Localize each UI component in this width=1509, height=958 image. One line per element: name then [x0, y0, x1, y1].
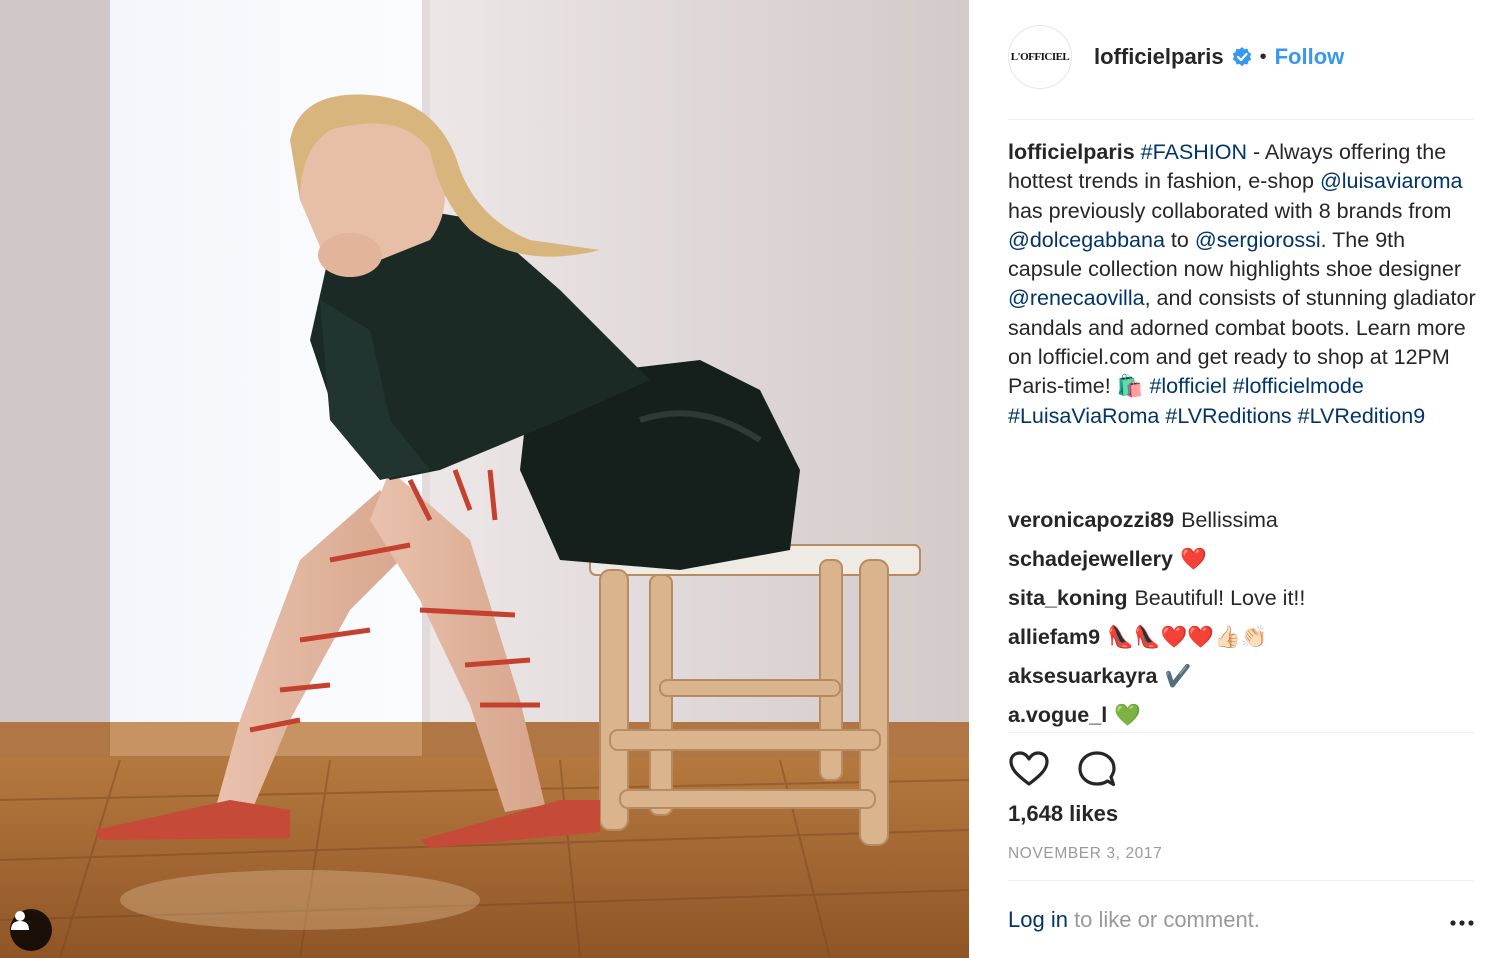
comment-item: alliefam9 👠👠❤️❤️👍🏻👏🏻: [1008, 617, 1478, 656]
comment-item: schadejewellery ❤️: [1008, 539, 1478, 578]
caption-segment: has previously collaborated with 8 brand…: [1008, 198, 1452, 223]
comment-text: ❤️: [1179, 546, 1207, 571]
caption-segment: to: [1164, 227, 1195, 252]
comment-username[interactable]: aksesuarkayra: [1008, 661, 1157, 691]
comment-username[interactable]: a.vogue_l: [1008, 700, 1107, 730]
comment-username[interactable]: sita_koning: [1008, 583, 1127, 613]
caption-username[interactable]: lofficielparis: [1008, 140, 1135, 164]
caption-link[interactable]: @luisaviaroma: [1320, 169, 1463, 193]
caption-text: #FASHION - Always offering the hottest t…: [1008, 140, 1476, 428]
avatar[interactable]: L'OFFICIEL: [1008, 25, 1072, 89]
comment-username[interactable]: alliefam9: [1008, 622, 1100, 652]
caption-link[interactable]: @renecaovilla: [1008, 286, 1145, 310]
caption-link[interactable]: #LVRedition9: [1298, 404, 1426, 428]
post-caption: lofficielparis #FASHION - Always offerin…: [1008, 138, 1478, 431]
user-tag-button[interactable]: [10, 909, 52, 951]
header-divider: [1008, 119, 1474, 120]
user-tag-icon: [11, 911, 29, 930]
comment-item: veronicapozzi89 Bellissima: [1008, 500, 1478, 539]
footer-divider: [1008, 880, 1474, 881]
login-prompt: Log in to like or comment.: [1008, 907, 1260, 933]
caption-link[interactable]: #LVReditions: [1165, 404, 1291, 428]
caption-link[interactable]: #FASHION: [1141, 140, 1247, 164]
heart-icon: [1009, 751, 1049, 786]
verified-badge-icon: [1232, 47, 1251, 67]
login-prompt-text: to like or comment.: [1067, 907, 1260, 932]
like-button[interactable]: [1008, 748, 1050, 790]
more-options-icon: [1450, 920, 1474, 926]
comment-username[interactable]: veronicapozzi89: [1008, 505, 1174, 535]
comment-text: 💚: [1114, 702, 1141, 727]
fashion-photo-illustration: [0, 0, 969, 958]
comment-item: sita_koning Beautiful! Love it!!: [1008, 578, 1478, 617]
comment-text: ✔️: [1164, 663, 1192, 688]
more-options-button[interactable]: [1447, 908, 1477, 938]
comment-item: aksesuarkayra ✔️: [1008, 656, 1478, 695]
actions-divider: [1008, 732, 1474, 733]
comment-text: Bellissima: [1181, 507, 1278, 532]
post-date: NOVEMBER 3, 2017: [1008, 845, 1163, 862]
comment-text: 👠👠❤️❤️👍🏻👏🏻: [1107, 624, 1268, 649]
follow-button[interactable]: Follow: [1275, 44, 1345, 70]
comment-icon: [1078, 751, 1116, 787]
avatar-logo-text: L'OFFICIEL: [1010, 51, 1070, 63]
caption-link[interactable]: #lofficiel: [1149, 374, 1226, 398]
likes-count[interactable]: 1,648 likes: [1008, 801, 1118, 827]
caption-link[interactable]: #lofficielmode: [1233, 374, 1364, 398]
post-header: L'OFFICIEL lofficielparis • Follow: [1008, 24, 1474, 90]
comment-text: Beautiful! Love it!!: [1134, 585, 1306, 610]
comment-button[interactable]: [1076, 748, 1118, 790]
post-photo[interactable]: [0, 0, 969, 958]
login-link[interactable]: Log in: [1008, 907, 1068, 932]
comment-item: a.vogue_l 💚: [1008, 695, 1478, 734]
post-actions: [1008, 748, 1118, 790]
caption-link[interactable]: @sergiorossi: [1195, 228, 1321, 252]
post-side-panel: L'OFFICIEL lofficielparis • Follow loffi…: [969, 0, 1509, 958]
separator-dot: •: [1259, 45, 1267, 68]
comment-list: veronicapozzi89 Bellissima schadejewelle…: [1008, 500, 1478, 734]
caption-link[interactable]: @dolcegabbana: [1008, 228, 1165, 252]
comment-username[interactable]: schadejewellery: [1008, 544, 1173, 574]
caption-link[interactable]: #LuisaViaRoma: [1008, 404, 1159, 428]
header-username[interactable]: lofficielparis: [1094, 44, 1224, 70]
